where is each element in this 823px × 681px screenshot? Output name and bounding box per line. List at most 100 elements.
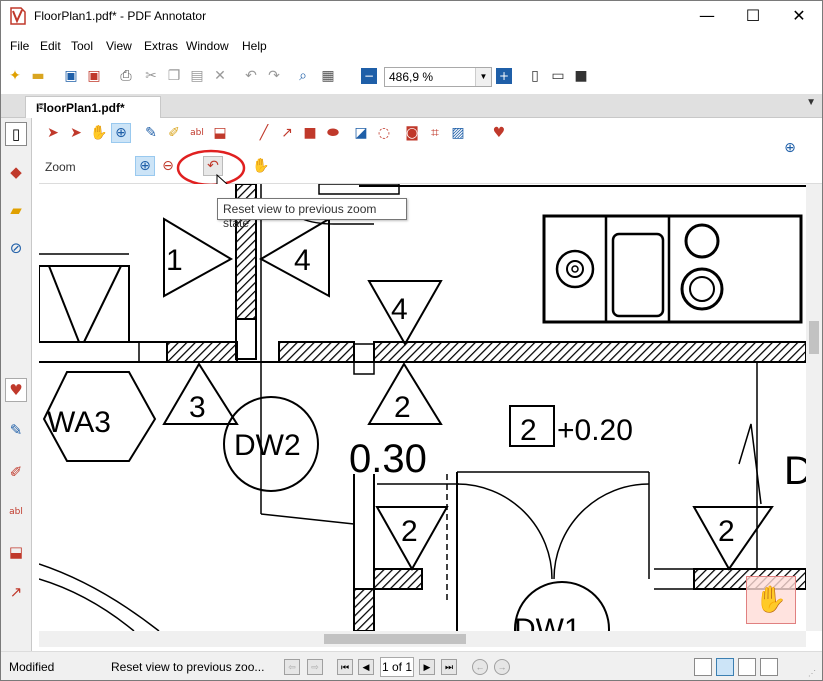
view-two-page-icon[interactable]	[738, 658, 756, 676]
floor-plan-drawing: 1 4 4 WA3 3 DW2 2 2 +0.20 0.30 2 2 DW1 D	[39, 184, 806, 631]
close-button[interactable]: ✕	[776, 1, 822, 31]
title-bar: FloorPlan1.pdf* - PDF Annotator — ☐ ✕	[1, 1, 822, 32]
menu-help[interactable]: Help	[242, 39, 267, 53]
menu-edit[interactable]: Edit	[40, 39, 61, 53]
view-continuous-icon[interactable]	[716, 658, 734, 676]
zoom-in-icon[interactable]: +	[496, 68, 512, 84]
zoom-combo[interactable]: 486,9 % ▼	[384, 67, 492, 87]
copy-icon[interactable]: ❐	[164, 66, 184, 86]
highlighter-icon[interactable]: ✐	[164, 123, 184, 143]
menu-view[interactable]: View	[106, 39, 132, 53]
crop-icon[interactable]: ⌗	[425, 123, 445, 143]
open-folder-icon[interactable]: ▬	[28, 66, 48, 86]
fullscreen-icon[interactable]: ■	[571, 66, 591, 86]
forward-page-icon[interactable]: ⇨	[307, 659, 323, 675]
last-page-icon[interactable]: ⏭	[441, 659, 457, 675]
label-triangle-4a: 4	[294, 244, 311, 277]
print-icon[interactable]: ⎙	[116, 66, 136, 86]
pan-zoom-icon[interactable]: ✋	[251, 156, 271, 176]
menu-window[interactable]: Window	[186, 39, 229, 53]
resize-grip-icon[interactable]: ⋰	[808, 669, 818, 679]
stamp-tools-icon[interactable]: ▦	[318, 66, 338, 86]
menu-tool[interactable]: Tool	[71, 39, 93, 53]
zoom-dropdown-icon[interactable]: ▼	[475, 68, 491, 86]
arrow-icon[interactable]: ↗	[277, 123, 297, 143]
favorites-icon[interactable]: ♥	[5, 378, 27, 402]
single-page-icon[interactable]: ▯	[525, 66, 545, 86]
tool-panel: ➤ ➤ ✋ ⊕ ✎ ✐ abl ⬓ ╱ ↗ ■ ⬬ ◪ ◌ ◙ ⌗ ▨ ♥ ⊕ …	[39, 118, 822, 184]
lasso-icon[interactable]: ◌	[374, 123, 394, 143]
label-triangle-4b: 4	[391, 293, 408, 326]
document-canvas[interactable]: 1 4 4 WA3 3 DW2 2 2 +0.20 0.30 2 2 DW1 D…	[39, 184, 806, 631]
favorite-heart-icon[interactable]: ♥	[489, 123, 509, 143]
rectangle-tool-icon[interactable]: ■	[300, 123, 320, 143]
zoom-in-tool-icon[interactable]: ⊕	[135, 156, 155, 176]
select-text-tool-icon[interactable]: ➤	[66, 123, 86, 143]
label-d: D	[784, 449, 806, 493]
paste-icon[interactable]: ▤	[187, 66, 207, 86]
highlighter-tool-icon[interactable]: ✐	[5, 460, 27, 484]
undo-icon[interactable]: ↶	[241, 66, 261, 86]
back-icon[interactable]: ⇦	[284, 659, 300, 675]
new-document-icon[interactable]: ✦	[5, 66, 25, 86]
menu-file[interactable]: File	[10, 39, 29, 53]
horizontal-scrollbar[interactable]	[39, 631, 806, 647]
select-tool-icon[interactable]: ➤	[43, 123, 63, 143]
attachment-panel-icon[interactable]: ⊘	[5, 236, 27, 260]
left-sidebar: ▯ ◆ ▰ ⊘ ♥ ✎ ✐ abl ⬓ ↗	[1, 118, 32, 651]
history-back-icon[interactable]: ←	[472, 659, 488, 675]
label-box-2: 2	[520, 414, 537, 447]
label-plus-020: +0.20	[557, 414, 633, 447]
camera-icon[interactable]: ◙	[402, 123, 422, 143]
zoom-section-label: Zoom	[45, 160, 76, 174]
floating-hand-icon[interactable]: ✋	[746, 576, 796, 624]
history-forward-icon[interactable]: →	[494, 659, 510, 675]
zoom-out-icon[interactable]: −	[361, 68, 377, 84]
text-tool-icon[interactable]: abl	[5, 500, 27, 524]
vertical-scrollbar[interactable]	[806, 184, 822, 631]
save-icon[interactable]: ▣	[61, 66, 81, 86]
fit-width-icon[interactable]: ▭	[548, 66, 568, 86]
stamp-icon[interactable]: ⬓	[210, 123, 230, 143]
find-icon[interactable]: ⌕	[293, 66, 313, 86]
prev-page-icon[interactable]: ◀	[358, 659, 374, 675]
tab-list-icon[interactable]: ▼	[806, 97, 816, 108]
horizontal-scroll-thumb[interactable]	[324, 634, 466, 644]
pen-tool-icon[interactable]: ✎	[5, 418, 27, 442]
tooltip: Reset view to previous zoom state	[217, 198, 407, 230]
image-icon[interactable]: ▨	[448, 123, 468, 143]
tab-close-icon[interactable]: ✕	[36, 100, 154, 114]
pen-icon[interactable]: ✎	[141, 123, 161, 143]
hand-tool-icon[interactable]: ✋	[89, 123, 109, 143]
stamp-tool-icon[interactable]: ⬓	[5, 540, 27, 564]
delete-icon[interactable]: ✕	[210, 66, 230, 86]
next-page-icon[interactable]: ▶	[419, 659, 435, 675]
document-tab-bar: FloorPlan1.pdf* ✕ ▼	[1, 94, 822, 118]
page-indicator[interactable]: 1 of 1	[380, 657, 414, 677]
bookmark-panel-icon[interactable]: ▰	[5, 198, 27, 222]
maximize-button[interactable]: ☐	[730, 1, 776, 31]
ellipse-tool-icon[interactable]: ⬬	[323, 123, 343, 143]
status-hint: Reset view to previous zoo...	[111, 660, 265, 674]
zoom-tool-icon[interactable]: ⊕	[111, 123, 131, 143]
label-triangle-2c: 2	[718, 515, 735, 548]
minimize-button[interactable]: —	[684, 1, 730, 31]
save-as-icon[interactable]: ▣	[84, 66, 104, 86]
textbox-icon[interactable]: abl	[187, 123, 207, 143]
arrow-tool-icon[interactable]: ↗	[5, 580, 27, 604]
menu-extras[interactable]: Extras	[144, 39, 178, 53]
cut-icon[interactable]: ✂	[141, 66, 161, 86]
tab-floorplan[interactable]: FloorPlan1.pdf* ✕	[25, 96, 161, 118]
redo-icon[interactable]: ↷	[264, 66, 284, 86]
first-page-icon[interactable]: ⏮	[337, 659, 353, 675]
zoom-panel-icon: ⊕	[784, 140, 796, 156]
view-single-icon[interactable]	[694, 658, 712, 676]
view-two-page-continuous-icon[interactable]	[760, 658, 778, 676]
label-triangle-3: 3	[189, 391, 206, 424]
eraser-icon[interactable]: ◪	[351, 123, 371, 143]
line-tool-icon[interactable]: ╱	[254, 123, 274, 143]
zoom-value: 486,9 %	[389, 70, 434, 84]
annotation-panel-icon[interactable]: ◆	[5, 160, 27, 184]
vertical-scroll-thumb[interactable]	[809, 321, 819, 354]
page-panel-icon[interactable]: ▯	[5, 122, 27, 146]
